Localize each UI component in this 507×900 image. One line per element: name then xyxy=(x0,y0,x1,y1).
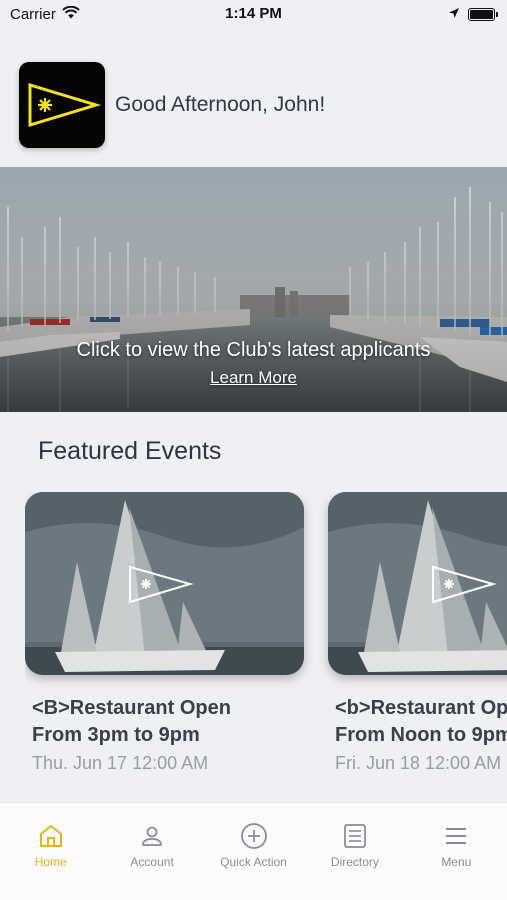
tab-menu[interactable]: Menu xyxy=(406,803,507,900)
battery-icon xyxy=(468,7,498,21)
event-title: <b>Restaurant Open From Noon to 9pm xyxy=(335,697,507,746)
tab-label: Directory xyxy=(330,855,379,869)
tab-label: Home xyxy=(34,855,67,869)
tab-label: Quick Action xyxy=(220,855,287,869)
menu-icon xyxy=(444,821,468,851)
event-card[interactable]: <B>Restaurant Open From 3pm to 9pm Thu. … xyxy=(25,492,304,774)
tab-directory[interactable]: Directory xyxy=(304,803,405,900)
event-image xyxy=(25,492,304,675)
tab-home[interactable]: Home xyxy=(0,803,101,900)
featured-events-title: Featured Events xyxy=(38,437,222,465)
status-bar: Carrier 1:14 PM xyxy=(0,0,507,28)
featured-events-carousel[interactable]: <B>Restaurant Open From 3pm to 9pm Thu. … xyxy=(25,492,507,792)
location-arrow-icon xyxy=(448,6,460,23)
plus-circle-icon xyxy=(240,821,268,851)
club-logo xyxy=(19,62,105,148)
wifi-icon xyxy=(62,5,80,23)
tab-quick-action[interactable]: Quick Action xyxy=(203,803,304,900)
event-card[interactable]: <b>Restaurant Open From Noon to 9pm Fri.… xyxy=(328,492,507,774)
home-icon xyxy=(38,821,64,851)
tab-label: Menu xyxy=(441,855,472,869)
directory-icon xyxy=(343,821,367,851)
learn-more-link[interactable]: Learn More xyxy=(210,368,297,388)
banner-title: Click to view the Club's latest applican… xyxy=(76,339,431,361)
account-icon xyxy=(140,821,164,851)
header: Good Afternoon, John! xyxy=(19,62,325,148)
burgee-icon xyxy=(28,82,102,128)
carrier-label: Carrier xyxy=(10,5,56,23)
event-date: Thu. Jun 17 12:00 AM xyxy=(32,753,209,773)
tab-bar: Home Account Quick Action Directory Menu xyxy=(0,802,507,900)
tab-label: Account xyxy=(130,855,174,869)
greeting-text: Good Afternoon, John! xyxy=(115,93,326,116)
event-image xyxy=(328,492,507,675)
event-date: Fri. Jun 18 12:00 AM xyxy=(335,753,502,773)
tab-account[interactable]: Account xyxy=(101,803,202,900)
applicants-banner[interactable]: Click to view the Club's latest applican… xyxy=(0,167,507,412)
event-title: <B>Restaurant Open From 3pm to 9pm xyxy=(32,697,231,746)
